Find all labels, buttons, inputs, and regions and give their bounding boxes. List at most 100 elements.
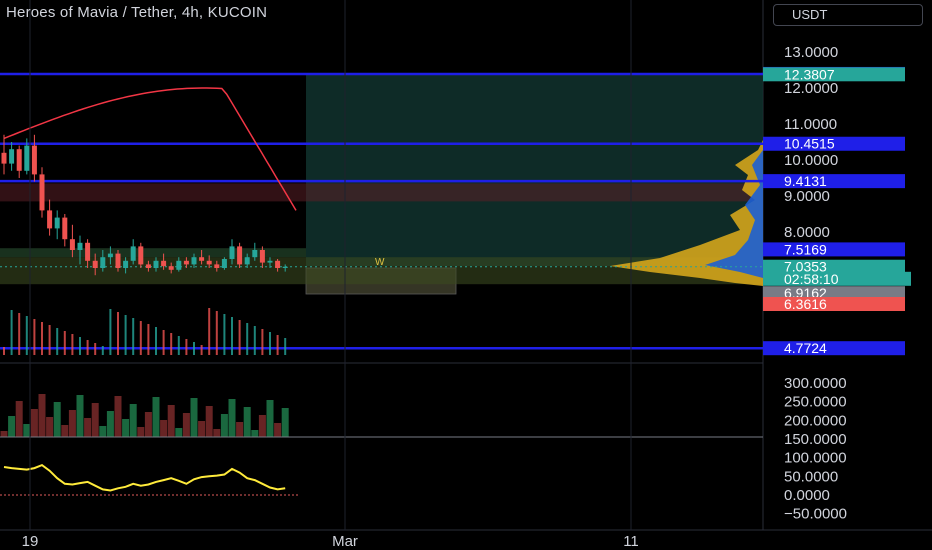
oscillator-histogram-bar [0, 431, 8, 437]
candle[interactable] [24, 145, 30, 171]
oscillator-histogram-bar [160, 420, 168, 437]
candle[interactable] [244, 257, 250, 265]
volume-bar [276, 335, 279, 355]
oscillator-histogram-bar [281, 408, 289, 437]
volume-bar [25, 316, 28, 355]
candle[interactable] [183, 260, 189, 265]
candle[interactable] [77, 242, 83, 250]
oscillator-histogram-bar [129, 404, 137, 437]
volume-bar [177, 336, 180, 355]
candle[interactable] [161, 260, 167, 267]
oscillator-histogram-bar [114, 396, 122, 437]
candle[interactable] [107, 253, 113, 258]
oscillator-histogram-bar [91, 403, 99, 437]
candle[interactable] [39, 174, 45, 211]
oscillator-histogram-bar [228, 399, 236, 437]
candle[interactable] [176, 260, 182, 270]
oscillator-histogram-bar [190, 398, 198, 437]
candle[interactable] [138, 246, 144, 265]
volume-bar [86, 340, 89, 355]
y-tick-label: 100.0000 [784, 450, 847, 467]
x-tick-label: 19 [22, 533, 39, 550]
price-label: 9.4131 [784, 173, 827, 189]
oscillator-histogram-bar [167, 405, 175, 437]
oscillator-histogram-bar [15, 401, 23, 437]
volume-bar [162, 330, 165, 355]
y-tick-label: 150.0000 [784, 431, 847, 448]
oscillator-histogram-bar [205, 406, 213, 437]
candle[interactable] [31, 145, 37, 175]
volume-bar [185, 339, 188, 355]
volume-bar [147, 324, 150, 355]
volume-bar [109, 309, 112, 355]
volume-bar [94, 343, 97, 355]
candle[interactable] [252, 250, 258, 258]
y-tick-label: 300.0000 [784, 375, 847, 392]
volume-bar [253, 326, 256, 355]
oscillator-histogram-bar [251, 430, 259, 437]
volume-bar [139, 321, 142, 355]
candle[interactable] [123, 260, 129, 268]
currency-selector[interactable]: USDT [773, 4, 923, 26]
y-tick-label: 8.0000 [784, 224, 830, 241]
candle[interactable] [69, 239, 75, 250]
candle[interactable] [62, 217, 68, 240]
volume-bar [48, 325, 51, 355]
volume-bar [56, 328, 59, 355]
candle[interactable] [16, 149, 22, 171]
candle[interactable] [237, 246, 243, 265]
candle[interactable] [85, 242, 91, 261]
candle[interactable] [168, 266, 174, 270]
chart-canvas[interactable]: 13.0000 12.0000 11.0000 10.0000 9.0000 8.0000… [0, 0, 932, 550]
y-tick-label: −50.0000 [784, 506, 847, 523]
candle[interactable] [275, 260, 281, 268]
oscillator-histogram-bar [30, 409, 38, 437]
oscillator-histogram-bar [175, 428, 183, 437]
volume-bar [155, 327, 157, 355]
volume-bar [63, 331, 66, 355]
volume-bar [71, 334, 74, 355]
candle[interactable] [191, 257, 197, 265]
candle[interactable] [130, 246, 136, 261]
candle[interactable] [259, 250, 265, 263]
volume-bar [101, 346, 104, 355]
y-tick-label: 9.0000 [784, 188, 830, 205]
volume-bar [200, 345, 203, 355]
candle[interactable] [199, 257, 205, 261]
candle[interactable] [92, 260, 98, 268]
candle[interactable] [115, 253, 121, 268]
oscillator-histogram-bar [46, 417, 54, 437]
y-tick-label: 200.0000 [784, 412, 847, 429]
volume-bar [193, 342, 195, 355]
candle[interactable] [47, 210, 53, 229]
volume-bar [117, 312, 119, 355]
volume-bar [33, 319, 36, 355]
x-tick-label: Mar [332, 533, 358, 550]
candle[interactable] [267, 260, 273, 263]
candle[interactable] [221, 259, 227, 268]
volume-bar [284, 338, 287, 355]
volume-bar [170, 333, 173, 355]
oscillator-histogram-bar [236, 422, 244, 437]
volume-bar [238, 320, 241, 355]
oscillator-histogram-bar [106, 411, 114, 437]
candle[interactable] [153, 260, 159, 268]
y-tick-label: 250.0000 [784, 394, 847, 411]
volume-bar [79, 337, 81, 355]
candle[interactable] [1, 152, 7, 164]
volume-bar [246, 323, 249, 355]
candle[interactable] [214, 264, 220, 268]
candle[interactable] [206, 260, 212, 265]
oscillator-histogram-bar [137, 427, 145, 437]
oscillator-histogram-bar [266, 400, 274, 437]
oscillator-histogram-bar [152, 397, 160, 437]
candle[interactable] [54, 217, 60, 229]
candle[interactable] [282, 266, 288, 268]
candle[interactable] [9, 149, 15, 164]
candle[interactable] [145, 264, 151, 268]
candle[interactable] [229, 246, 235, 259]
candle[interactable] [100, 257, 106, 268]
oscillator-histogram-bar [8, 416, 16, 437]
oscillator-histogram-bar [61, 425, 69, 437]
oscillator-histogram-bar [213, 429, 221, 437]
